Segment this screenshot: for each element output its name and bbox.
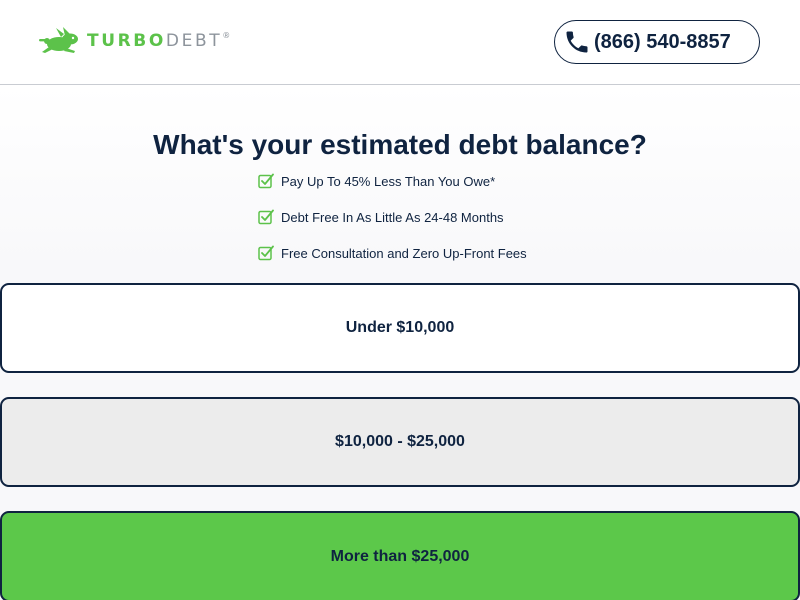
option-under-10000-button[interactable]: Under $10,000 [0,283,800,373]
checkbox-check-icon [258,245,274,261]
logo-debt-text: DEBT [165,30,223,51]
registered-mark: ® [222,30,231,40]
benefit-text: Free Consultation and Zero Up-Front Fees [281,245,527,261]
turbodebt-logo[interactable]: TURBO DEBT ® [39,27,230,55]
option-more-than-25000-button[interactable]: More than $25,000 [0,511,800,600]
site-header: TURBO DEBT ® (866) 540-8857 [0,0,800,85]
benefit-item: Pay Up To 45% Less Than You Owe* [258,171,495,191]
benefit-item: Debt Free In As Little As 24-48 Months [258,207,504,227]
phone-icon [563,28,591,56]
checkbox-check-icon [258,209,274,225]
phone-number: (866) 540-8857 [594,30,731,53]
rabbit-icon [39,27,81,55]
benefit-item: Free Consultation and Zero Up-Front Fees [258,243,527,263]
option-label: $10,000 - $25,000 [335,433,465,450]
option-10000-25000-button[interactable]: $10,000 - $25,000 [0,397,800,487]
call-phone-button[interactable]: (866) 540-8857 [554,20,760,64]
option-label: Under $10,000 [345,319,455,336]
benefit-text: Debt Free In As Little As 24-48 Months [281,209,504,225]
benefit-text: Pay Up To 45% Less Than You Owe* [281,173,496,189]
page-title: What's your estimated debt balance? [153,129,647,160]
option-label: More than $25,000 [330,547,470,565]
checkbox-check-icon [258,173,274,189]
logo-turbo-text: TURBO [87,30,166,51]
logo-wordmark: TURBO DEBT ® [87,30,231,51]
